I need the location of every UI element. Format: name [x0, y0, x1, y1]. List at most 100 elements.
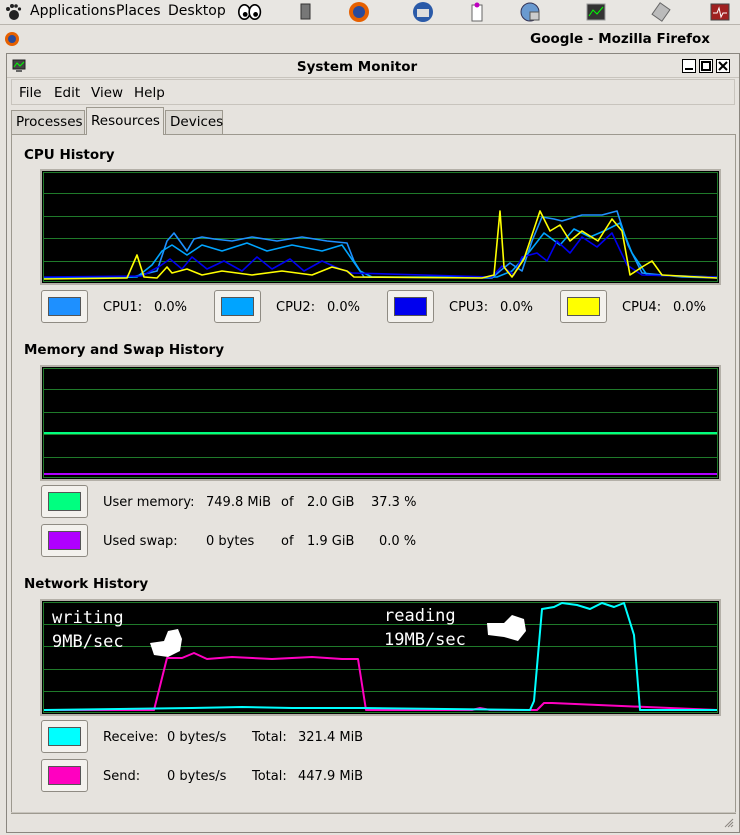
graph-frame [43, 602, 718, 713]
menu-edit[interactable]: Edit [54, 85, 80, 101]
annotation-reading-line1: reading [384, 606, 456, 626]
clipboard-icon[interactable] [465, 1, 489, 23]
firefox-window-title: Google - Mozilla Firefox [530, 31, 710, 47]
system-monitor-window: System Monitor File Edit View Help Proce… [6, 53, 740, 833]
tab-devices[interactable]: Devices [165, 110, 223, 134]
used-swap-color-button[interactable] [41, 524, 88, 557]
user-memory-total: 2.0 GiB [307, 495, 355, 510]
firefox-icon[interactable] [347, 1, 371, 23]
pointing-hand-icon [487, 615, 526, 641]
send-trace [44, 652, 718, 711]
firefox-window-icon [5, 32, 19, 46]
pulse-icon[interactable] [708, 1, 732, 23]
graph-frame [43, 368, 718, 478]
annotation-reading-line2: 19MB/sec [384, 630, 466, 650]
window-titlebar[interactable]: System Monitor [7, 54, 739, 78]
cpu3-color-button[interactable] [387, 290, 434, 323]
firefox-titlebar[interactable]: Google - Mozilla Firefox [0, 26, 740, 52]
menu-help[interactable]: Help [134, 85, 165, 101]
cpu2-value: 0.0% [327, 300, 361, 315]
system-monitor-icon[interactable] [584, 1, 608, 23]
user-memory-used: 749.8 MiB [206, 495, 272, 510]
memory-graph-canvas [43, 368, 718, 478]
receive-rate: 0 bytes/s [167, 730, 227, 745]
receive-color-swatch [48, 727, 81, 746]
cpu2-label: CPU2: [276, 300, 316, 315]
cpu1-value: 0.0% [154, 300, 188, 315]
used-swap-percent: 0.0 % [379, 534, 417, 549]
used-swap-label: Used swap: [103, 534, 178, 549]
send-total-label: Total: [252, 769, 287, 784]
desktop-menu[interactable]: Desktop [168, 3, 226, 19]
receive-trace [43, 602, 717, 711]
top-panel: Applications Places Desktop [0, 0, 740, 25]
maximize-button[interactable] [699, 59, 713, 73]
receive-color-button[interactable] [41, 720, 88, 753]
resize-grip-icon[interactable] [722, 816, 734, 828]
cpu1-label: CPU1: [103, 300, 143, 315]
cpu1-trace [43, 210, 718, 279]
network-history-graph: writing 9MB/sec reading 19MB/sec [40, 599, 721, 716]
send-label: Send: [103, 769, 141, 784]
send-rate: 0 bytes/s [167, 769, 227, 784]
cpu1-color-button[interactable] [41, 290, 88, 323]
network-icon[interactable] [518, 1, 542, 23]
thunderbird-icon[interactable] [411, 1, 435, 23]
used-swap-used: 0 bytes [206, 534, 255, 549]
window-title: System Monitor [296, 59, 418, 75]
send-color-button[interactable] [41, 759, 88, 792]
pointing-hand-icon [150, 629, 182, 657]
cpu2-color-button[interactable] [214, 290, 261, 323]
user-memory-color-button[interactable] [41, 485, 88, 518]
terminal-icon[interactable] [294, 1, 318, 23]
memory-history-heading: Memory and Swap History [24, 342, 224, 358]
cpu-history-graph [40, 169, 721, 285]
send-color-swatch [48, 766, 81, 785]
user-memory-of: of [281, 495, 294, 510]
statusbar [11, 812, 736, 830]
cpu3-value: 0.0% [500, 300, 534, 315]
close-icon [718, 61, 728, 71]
minimize-button[interactable] [682, 59, 696, 73]
network-history-heading: Network History [24, 576, 149, 592]
cpu3-color-swatch [394, 297, 427, 316]
minimize-icon [685, 68, 693, 70]
used-swap-color-swatch [48, 531, 81, 550]
user-memory-percent: 37.3 % [371, 495, 417, 510]
maximize-icon [701, 61, 711, 71]
graph-frame [43, 172, 718, 282]
places-menu[interactable]: Places [116, 3, 161, 19]
cpu3-label: CPU3: [449, 300, 489, 315]
cpu-graph-canvas [43, 172, 718, 282]
cpu4-label: CPU4: [622, 300, 662, 315]
cpu4-color-button[interactable] [560, 290, 607, 323]
usb-icon[interactable] [649, 1, 673, 23]
cpu2-color-swatch [221, 297, 254, 316]
cpu4-trace [43, 210, 718, 280]
receive-label: Receive: [103, 730, 159, 745]
user-memory-label: User memory: [103, 495, 195, 510]
tab-resources[interactable]: Resources [86, 107, 164, 135]
receive-total: 321.4 MiB [298, 730, 364, 745]
annotation-writing-line2: 9MB/sec [52, 632, 124, 652]
cpu-history-heading: CPU History [24, 147, 115, 163]
cpu4-value: 0.0% [673, 300, 707, 315]
user-memory-color-swatch [48, 492, 81, 511]
used-swap-total: 1.9 GiB [307, 534, 355, 549]
close-button[interactable] [716, 59, 730, 73]
network-graph-canvas: writing 9MB/sec reading 19MB/sec [43, 602, 718, 713]
applications-menu[interactable]: Applications [30, 3, 116, 19]
cpu4-color-swatch [567, 297, 600, 316]
menu-view[interactable]: View [91, 85, 123, 101]
eyes-icon[interactable] [238, 1, 262, 23]
used-swap-of: of [281, 534, 294, 549]
cpu1-color-swatch [48, 297, 81, 316]
menu-file[interactable]: File [19, 85, 42, 101]
cpu2-trace [43, 222, 718, 279]
send-total: 447.9 MiB [298, 769, 364, 784]
gnome-foot-icon[interactable] [4, 3, 22, 21]
memory-history-graph [40, 365, 721, 481]
menubar: File Edit View Help [11, 79, 735, 105]
receive-total-label: Total: [252, 730, 287, 745]
tab-processes[interactable]: Processes [11, 110, 85, 134]
